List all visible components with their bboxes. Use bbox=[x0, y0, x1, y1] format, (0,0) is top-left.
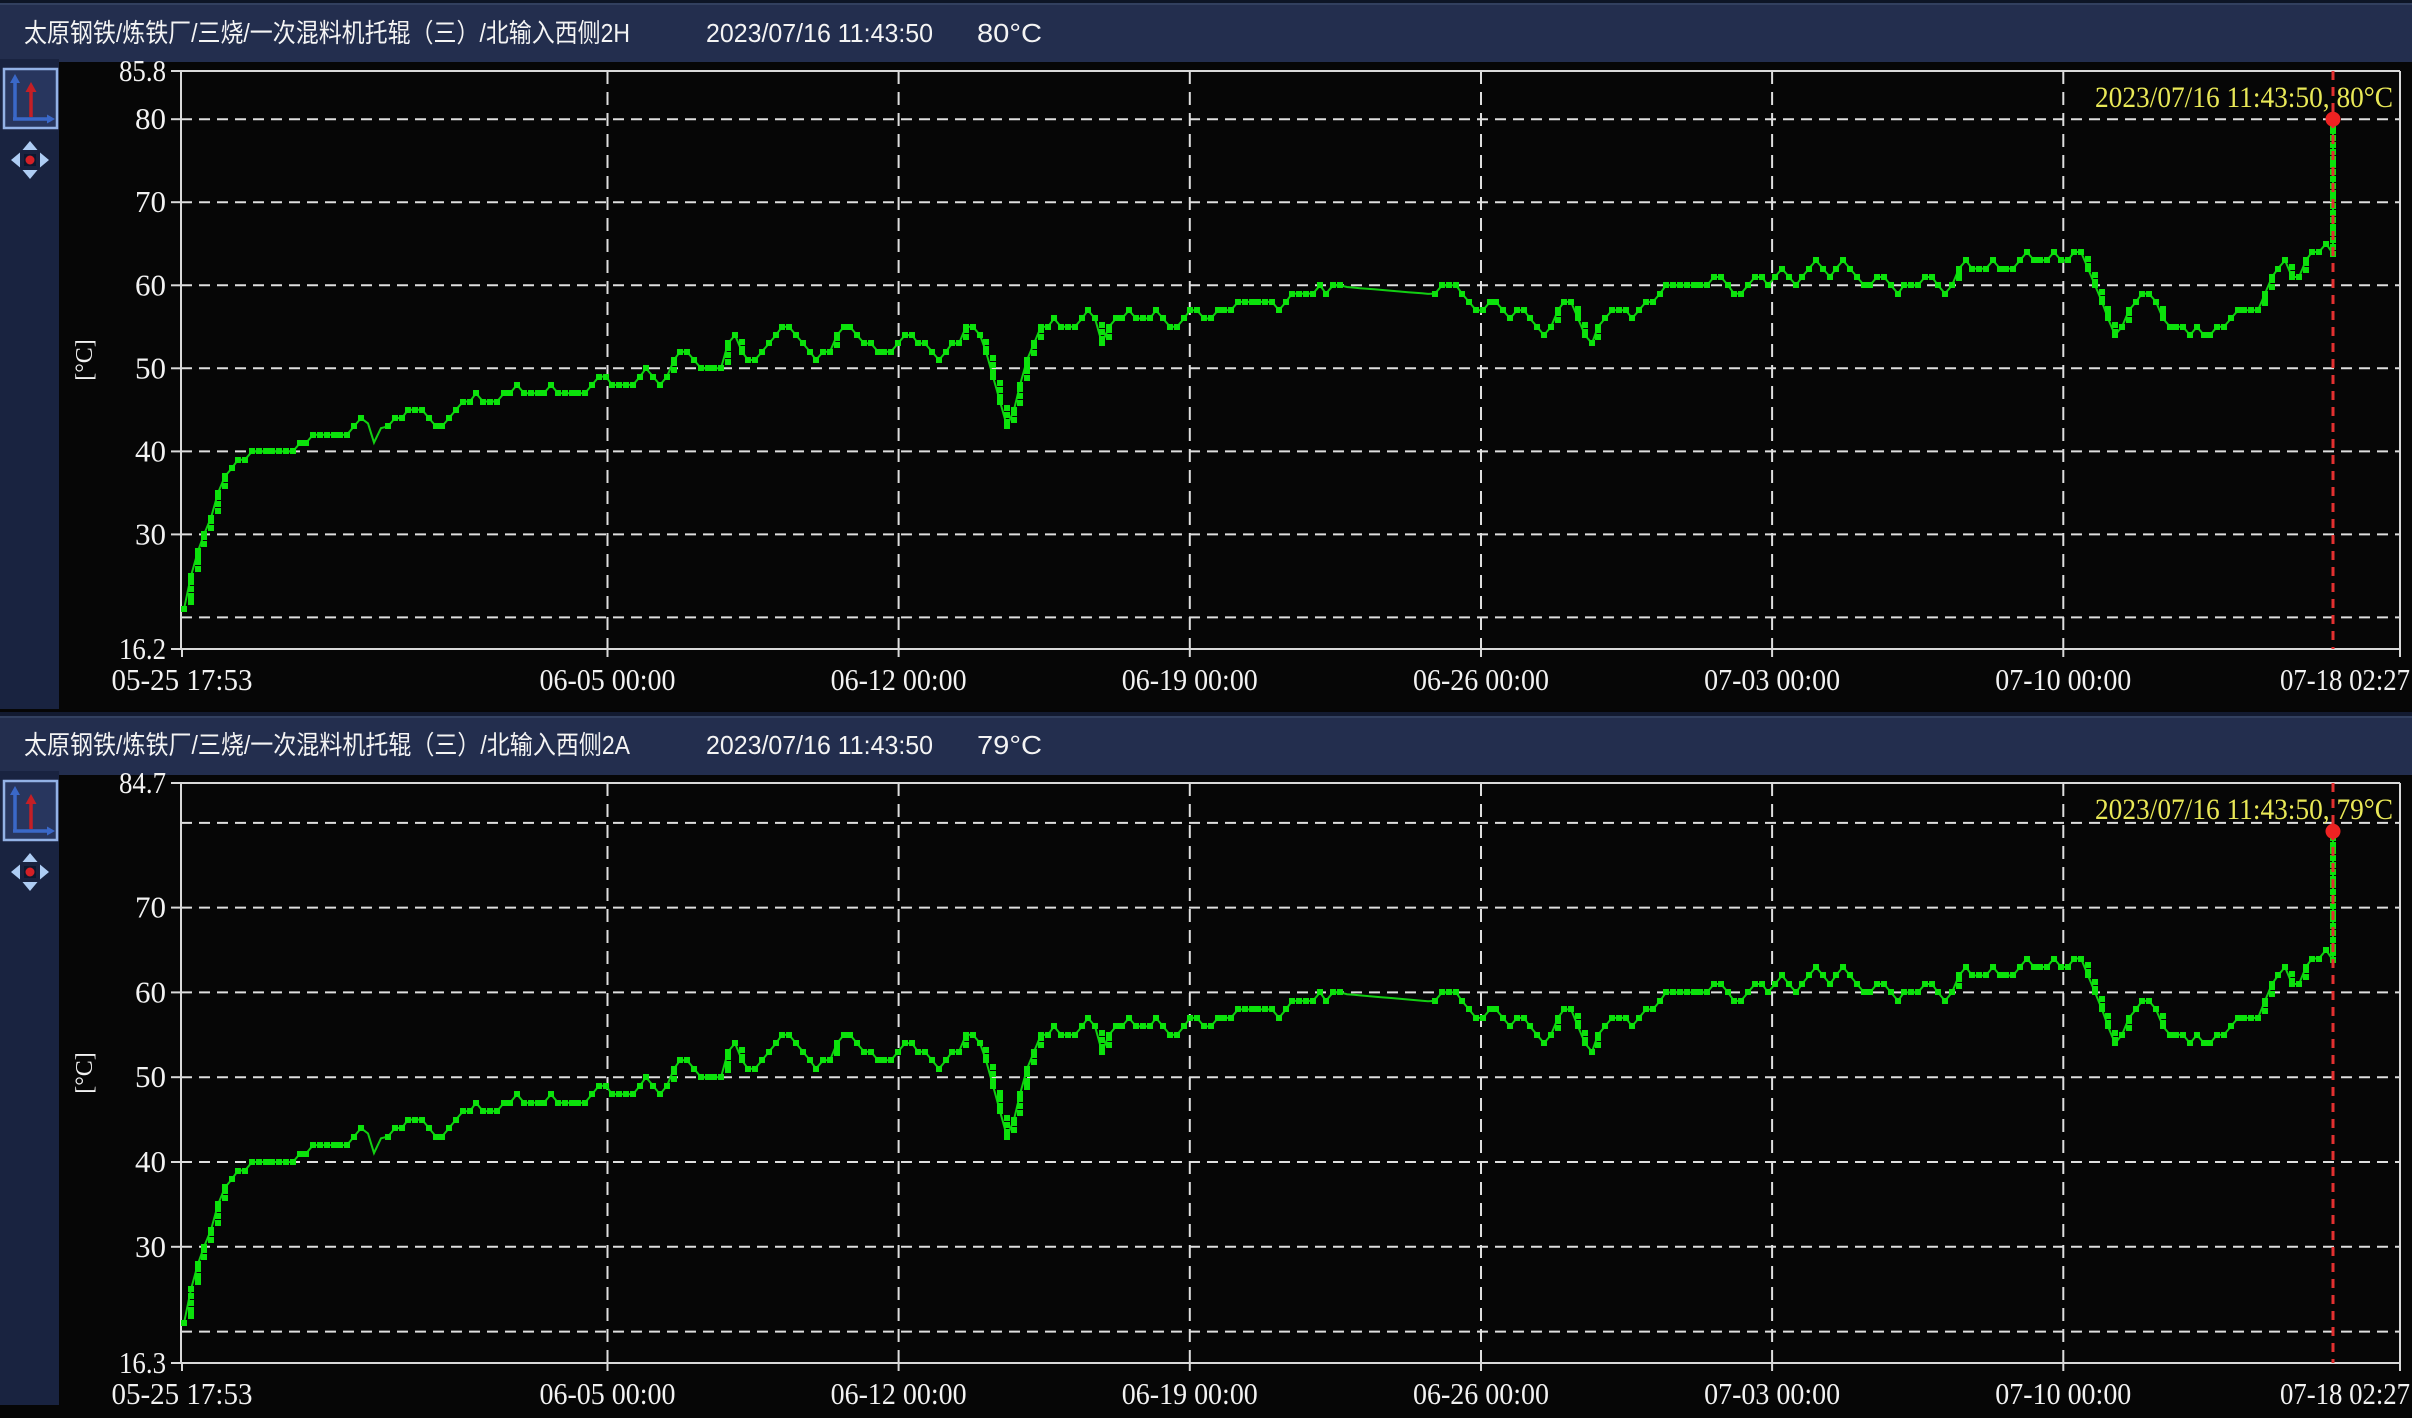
svg-text:70: 70 bbox=[135, 890, 166, 925]
svg-text:07-03 00:00: 07-03 00:00 bbox=[1704, 1376, 1840, 1411]
svg-text:[°C]: [°C] bbox=[72, 339, 98, 381]
svg-text:07-18 02:27: 07-18 02:27 bbox=[2280, 1376, 2410, 1411]
svg-text:60: 60 bbox=[135, 974, 166, 1009]
svg-text:70: 70 bbox=[135, 184, 166, 219]
svg-text:06-05 00:00: 06-05 00:00 bbox=[540, 662, 676, 697]
svg-text:60: 60 bbox=[135, 267, 166, 302]
svg-text:30: 30 bbox=[135, 516, 166, 551]
svg-text:07-10 00:00: 07-10 00:00 bbox=[1995, 1376, 2131, 1411]
svg-text:太原钢铁/炼铁厂/三烧/一次混料机托辊（三）/北输入西侧2H: 太原钢铁/炼铁厂/三烧/一次混料机托辊（三）/北输入西侧2H bbox=[24, 18, 630, 48]
svg-text:太原钢铁/炼铁厂/三烧/一次混料机托辊（三）/北输入西侧2A: 太原钢铁/炼铁厂/三烧/一次混料机托辊（三）/北输入西侧2A bbox=[24, 730, 631, 760]
svg-text:06-19 00:00: 06-19 00:00 bbox=[1122, 662, 1258, 697]
svg-text:06-19 00:00: 06-19 00:00 bbox=[1122, 1376, 1258, 1411]
svg-text:05-25 17:53: 05-25 17:53 bbox=[112, 1376, 253, 1411]
svg-text:40: 40 bbox=[135, 433, 166, 468]
svg-text:50: 50 bbox=[135, 1059, 166, 1094]
svg-text:85.8: 85.8 bbox=[119, 53, 166, 88]
svg-text:16.2: 16.2 bbox=[119, 631, 166, 666]
svg-text:06-26 00:00: 06-26 00:00 bbox=[1413, 662, 1549, 697]
svg-text:06-26 00:00: 06-26 00:00 bbox=[1413, 1376, 1549, 1411]
svg-text:30: 30 bbox=[135, 1229, 166, 1264]
svg-text:05-25 17:53: 05-25 17:53 bbox=[112, 662, 253, 697]
svg-text:06-12 00:00: 06-12 00:00 bbox=[831, 1376, 967, 1411]
svg-text:40: 40 bbox=[135, 1144, 166, 1179]
svg-text:2023/07/16 11:43:50: 2023/07/16 11:43:50 bbox=[706, 730, 933, 760]
svg-text:2023/07/16 11:43:50: 2023/07/16 11:43:50 bbox=[706, 18, 933, 48]
svg-text:06-12 00:00: 06-12 00:00 bbox=[831, 662, 967, 697]
svg-text:80: 80 bbox=[135, 101, 166, 136]
svg-text:79°C: 79°C bbox=[977, 730, 1042, 760]
svg-text:2023/07/16 11:43:50, 80°C: 2023/07/16 11:43:50, 80°C bbox=[2095, 81, 2393, 114]
svg-text:50: 50 bbox=[135, 350, 166, 385]
svg-text:84.7: 84.7 bbox=[119, 765, 166, 800]
svg-text:2023/07/16 11:43:50, 79°C: 2023/07/16 11:43:50, 79°C bbox=[2095, 793, 2393, 826]
svg-text:07-18 02:27: 07-18 02:27 bbox=[2280, 662, 2410, 697]
svg-text:16.3: 16.3 bbox=[119, 1345, 166, 1380]
svg-text:07-10 00:00: 07-10 00:00 bbox=[1995, 662, 2131, 697]
svg-text:[°C]: [°C] bbox=[72, 1052, 98, 1094]
svg-text:07-03 00:00: 07-03 00:00 bbox=[1704, 662, 1840, 697]
svg-text:06-05 00:00: 06-05 00:00 bbox=[540, 1376, 676, 1411]
svg-text:80°C: 80°C bbox=[977, 18, 1042, 48]
